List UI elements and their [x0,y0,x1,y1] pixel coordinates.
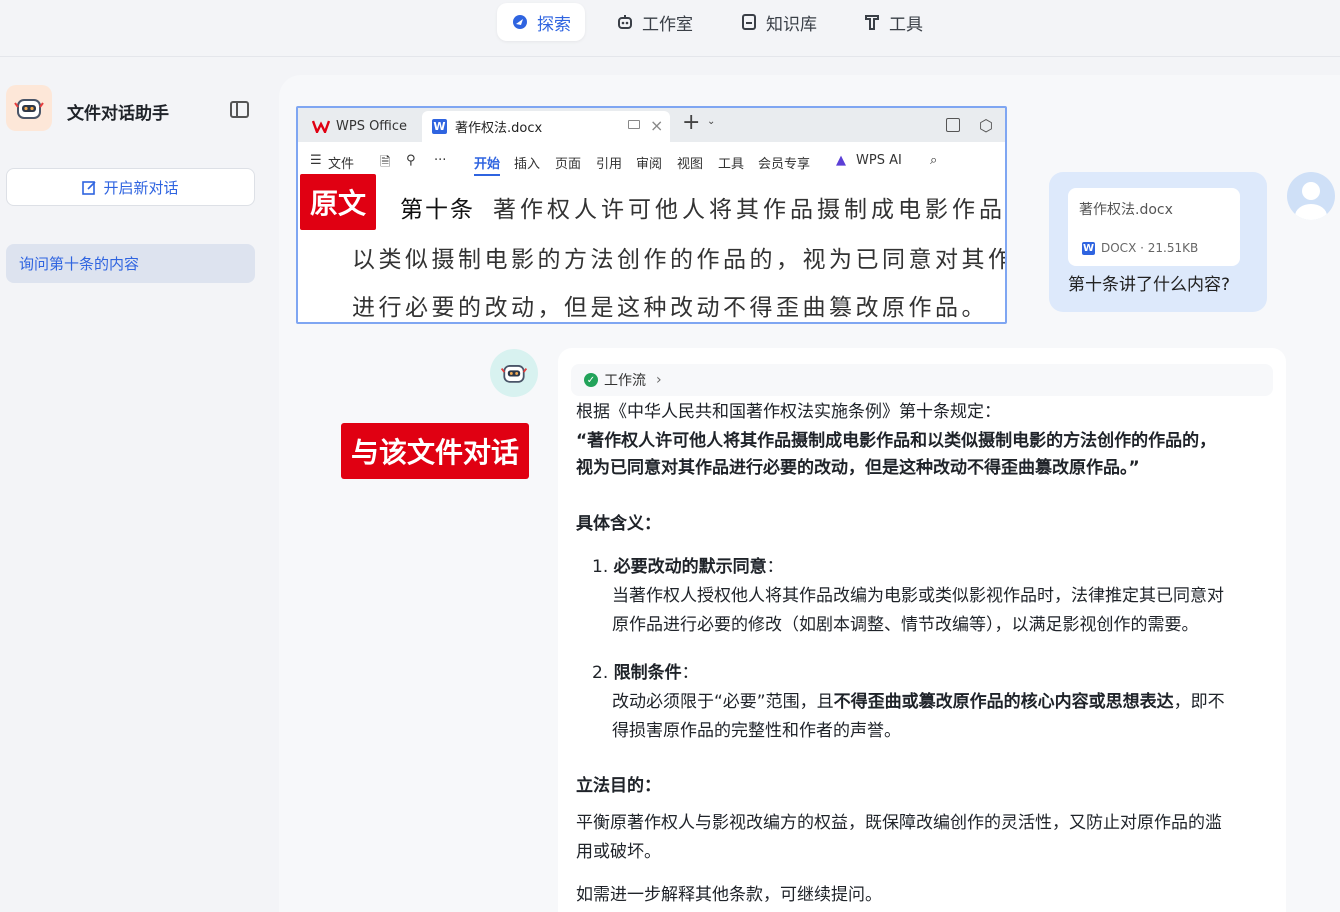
wps-ai-icon: ▲ [836,153,846,168]
toolbar-home[interactable]: 开始 [474,153,501,176]
item-1-line-2: 原作品进行必要的修改（如剧本调整、情节改编等），以满足影视创作的需要。 [612,615,1199,635]
format-painter-icon[interactable]: ⚲ [406,153,416,168]
document-body: 原文 第十条 著作权人许可他人将其作品摄制成电影作品和 以类似摄制电影的方法创作的… [298,174,1007,322]
wps-doc-tab-label: 著作权法.docx [455,121,543,136]
answer-intro: 根据《中华人民共和国著作权法实施条例》第十条规定： [576,402,1001,422]
wps-document-window: WPS Office W 著作权法.docx × + ⌄ ⬡ ☰ 文件 🗎 ⚲ … [296,106,1007,324]
item-1-title-text: 必要改动的默示同意 [613,557,767,577]
monitor-icon[interactable] [628,120,640,129]
toolbar-wps-ai[interactable]: WPS AI [856,153,902,168]
close-tab-icon[interactable]: × [650,116,663,135]
item-2-pre: 改动必须限于“必要”范围，且 [612,692,834,712]
search-icon[interactable]: ⌕ [930,153,937,168]
attached-file-meta: W DOCX · 21.51KB [1082,241,1198,255]
purpose-line-2: 用或破坏。 [576,842,661,862]
chevron-down-icon[interactable]: ⌄ [707,116,715,127]
toolbar-tools[interactable]: 工具 [718,153,744,172]
toolbar-view[interactable]: 视图 [677,153,703,172]
new-chat-button[interactable]: 开启新对话 [6,168,255,206]
toolbar-page[interactable]: 页面 [555,153,581,172]
app-title: 文件对话助手 [67,104,169,124]
wps-toolbar: ☰ 文件 🗎 ⚲ ··· 开始 插入 页面 引用 审阅 视图 工具 会员专享 ▲… [298,142,1005,180]
item-1-number: 1. [592,557,609,577]
tool-icon [865,15,879,30]
answer-quote-2: 视为已同意对其作品进行必要的改动，但是这种改动不得歪曲篡改原作品。” [576,458,1140,478]
check-circle-icon: ✓ [584,373,598,387]
tab-tools[interactable]: 工具 [849,3,937,41]
chevron-right-icon: › [656,372,662,388]
attached-file-meta-text: DOCX · 21.51KB [1101,241,1199,255]
item-2-number: 2. [592,663,609,683]
item-1-line-1: 当著作权人授权他人将其作品改编为电影或类似影视作品时，法律推定其已同意对 [612,586,1224,606]
robot-avatar-icon [14,99,44,119]
meaning-heading: 具体含义： [576,514,661,534]
app-avatar [6,85,52,131]
doc-line-2: 以类似摄制电影的方法创作的作品的，视为已同意对其作品 [352,247,1007,273]
new-chat-label: 开启新对话 [103,178,179,197]
original-text-badge: 原文 [300,174,376,230]
tab-studio[interactable]: 工作室 [602,3,707,41]
item-2-line-1: 改动必须限于“必要”范围，且不得歪曲或篡改原作品的核心内容或思想表达，即不 [612,688,1225,716]
answer-quote-1: “著作权人许可他人将其作品摄制成电影作品和以类似摄制电影的方法创作的作品的， [576,431,1217,451]
purpose-heading: 立法目的： [576,776,661,796]
sidebar: 文件对话助手 开启新对话 询问第十条的内容 [0,57,278,912]
workflow-toggle[interactable]: ✓ 工作流 › [571,364,1273,396]
book-icon [742,14,756,30]
robot-icon [618,15,632,29]
item-2-post: ，即不 [1173,692,1225,712]
history-item[interactable]: 询问第十条的内容 [6,244,255,283]
user-question: 第十条讲了什么内容? [1068,275,1231,295]
toolbar-reference[interactable]: 引用 [596,153,622,172]
toolbar-review[interactable]: 审阅 [636,153,662,172]
new-tab-icon[interactable]: + [682,110,700,135]
user-avatar [1287,172,1335,220]
assistant-avatar [490,349,538,397]
wps-home-tab-label: WPS Office [336,118,408,134]
wps-doc-tab[interactable]: W 著作权法.docx × [422,111,670,142]
edit-icon [82,180,97,195]
toolbar-insert[interactable]: 插入 [514,153,540,172]
tab-explore-label: 探索 [537,14,571,35]
user-message-bubble: 著作权法.docx W DOCX · 21.51KB 第十条讲了什么内容? [1049,172,1267,312]
sidebar-collapse-icon[interactable] [230,101,249,118]
item-2-line-2: 得损害原作品的完整性和作者的声誉。 [612,721,901,741]
workflow-label: 工作流 [604,373,646,389]
tab-tools-label: 工具 [889,14,923,35]
tab-explore[interactable]: 探索 [497,3,585,41]
top-nav: 探索 工作室 知识库 工具 [0,0,1340,57]
window-restore-icon[interactable] [946,118,960,132]
attached-file-name: 著作权法.docx [1079,202,1173,218]
item-1-title: 1. 必要改动的默示同意： [592,557,784,577]
article-number: 第十条 [400,197,475,223]
more-icon[interactable]: ··· [434,153,446,168]
word-doc-icon: W [1082,241,1095,255]
tab-knowledge[interactable]: 知识库 [726,3,831,41]
purpose-line-1: 平衡原著作权人与影视改编方的权益，既保障改编创作的灵活性，又防止对原作品的滥 [576,813,1222,833]
menu-icon[interactable]: ☰ [310,153,322,168]
doc-line-3: 进行必要的改动，但是这种改动不得歪曲篡改原作品。 [352,295,988,321]
tab-knowledge-label: 知识库 [766,14,817,35]
wps-tab-bar: WPS Office W 著作权法.docx × + ⌄ ⬡ [298,108,1005,142]
cube-icon[interactable]: ⬡ [979,116,993,135]
explore-icon [513,15,527,29]
toolbar-member[interactable]: 会员专享 [758,153,810,172]
closing-text: 如需进一步解释其他条款，可继续提问。 [576,885,882,905]
wps-home-tab[interactable]: WPS Office [302,112,420,140]
wps-logo-icon [312,120,330,133]
item-2-title-text: 限制条件 [613,663,682,683]
chat-with-file-label: 与该文件对话 [341,423,529,479]
item-2-bold: 不得歪曲或篡改原作品的核心内容或思想表达 [833,692,1174,712]
toolbar-file[interactable]: 文件 [328,153,354,172]
assistant-answer: ✓ 工作流 › 根据《中华人民共和国著作权法实施条例》第十条规定： “著作权人许… [558,348,1286,912]
word-doc-icon: W [432,119,447,134]
attached-file-card[interactable]: 著作权法.docx W DOCX · 21.51KB [1068,188,1240,266]
doc-line-1-text: 著作权人许可他人将其作品摄制成电影作品和 [493,197,1007,223]
item-2-title: 2. 限制条件： [592,663,699,683]
doc-line-1: 第十条 著作权人许可他人将其作品摄制成电影作品和 [400,190,1007,224]
robot-avatar-icon [500,365,528,383]
tab-studio-label: 工作室 [642,14,693,35]
save-icon[interactable]: 🗎 [380,153,390,175]
user-icon [1295,182,1327,220]
